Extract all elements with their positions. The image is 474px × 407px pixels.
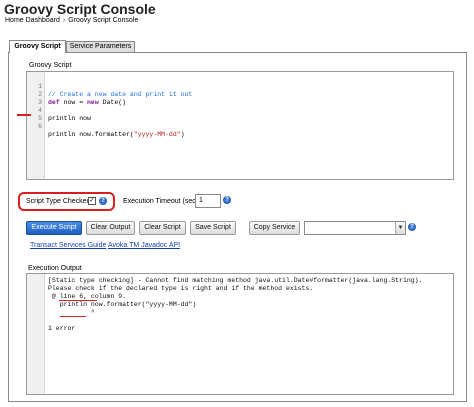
copy-service-button[interactable]: Copy Service <box>249 221 300 235</box>
javadoc-link[interactable]: Avoka TM Javadoc API <box>108 242 180 249</box>
script-type-checked-checkbox[interactable]: ✓ <box>88 197 96 205</box>
output-text: 1 error <box>48 325 76 332</box>
output-text: [Static type checking] - Cannot find mat… <box>48 277 423 284</box>
output-line: println now.formatter("yyyy-MM-dd") <box>27 301 453 309</box>
code-line: 1 // Create a new date and print it out <box>27 75 453 98</box>
output-text: println now.formatter("yyyy-MM-dd") <box>48 301 197 308</box>
code-string: "yyyy-MM-dd" <box>133 131 181 138</box>
execution-output-label: Execution Output <box>28 265 82 272</box>
execution-timeout-label: Execution Timeout (sec) <box>123 198 199 205</box>
groovy-script-label: Groovy Script <box>29 62 72 69</box>
breadcrumb-current: Groovy Script Console <box>68 17 139 24</box>
breadcrumb-home-link[interactable]: Home Dashboard <box>5 17 60 24</box>
code-line: 6 println now.formatter("yyyy-MM-dd") <box>27 115 453 138</box>
breadcrumb: Home Dashboard › Groovy Script Console <box>5 17 138 24</box>
script-editor[interactable]: 1 // Create a new date and print it out … <box>26 71 454 180</box>
chevron-down-icon[interactable]: ▼ <box>395 222 405 234</box>
page-title: Groovy Script Console <box>4 1 156 17</box>
code-line: 5 <box>27 107 453 122</box>
clear-output-button[interactable]: Clear Output <box>86 221 135 235</box>
code-line: 3 <box>27 91 453 106</box>
error-annotation-underline <box>59 300 97 301</box>
transact-services-guide-link[interactable]: Transact Services Guide <box>30 242 106 249</box>
line-number: 6 <box>38 123 42 130</box>
error-annotation-underline <box>60 316 86 317</box>
clear-script-button[interactable]: Clear Script <box>139 221 186 235</box>
output-line: 1 error <box>27 325 453 333</box>
output-line: Please check if the declared type is rig… <box>27 285 453 293</box>
execution-output: [Static type checking] - Cannot find mat… <box>26 273 454 395</box>
help-icon[interactable]: ? <box>99 197 107 205</box>
script-type-checked-label: Script Type Checked <box>26 198 91 205</box>
code-line: 2 def now = new Date() <box>27 83 453 106</box>
output-text: Please check if the declared type is rig… <box>48 285 314 292</box>
code-line: 4 println now <box>27 99 453 122</box>
code-text: println now.formatter( <box>48 131 134 138</box>
breadcrumb-separator: › <box>62 17 66 24</box>
execution-timeout-input[interactable]: 1 <box>195 194 221 208</box>
help-icon[interactable]: ? <box>408 223 416 231</box>
output-line: [Static type checking] - Cannot find mat… <box>27 277 453 285</box>
code-text: ) <box>180 131 185 138</box>
execute-script-button[interactable]: Execute Script <box>26 221 82 235</box>
save-script-button[interactable]: Save Script <box>190 221 236 235</box>
error-line-annotation <box>17 114 31 116</box>
output-line: ^ <box>27 309 453 317</box>
copy-service-select[interactable]: ▼ <box>304 221 406 235</box>
tab-groovy-script[interactable]: Groovy Script <box>9 40 66 53</box>
help-icon[interactable]: ? <box>223 196 231 204</box>
tab-service-parameters[interactable]: Service Parameters <box>66 41 135 52</box>
